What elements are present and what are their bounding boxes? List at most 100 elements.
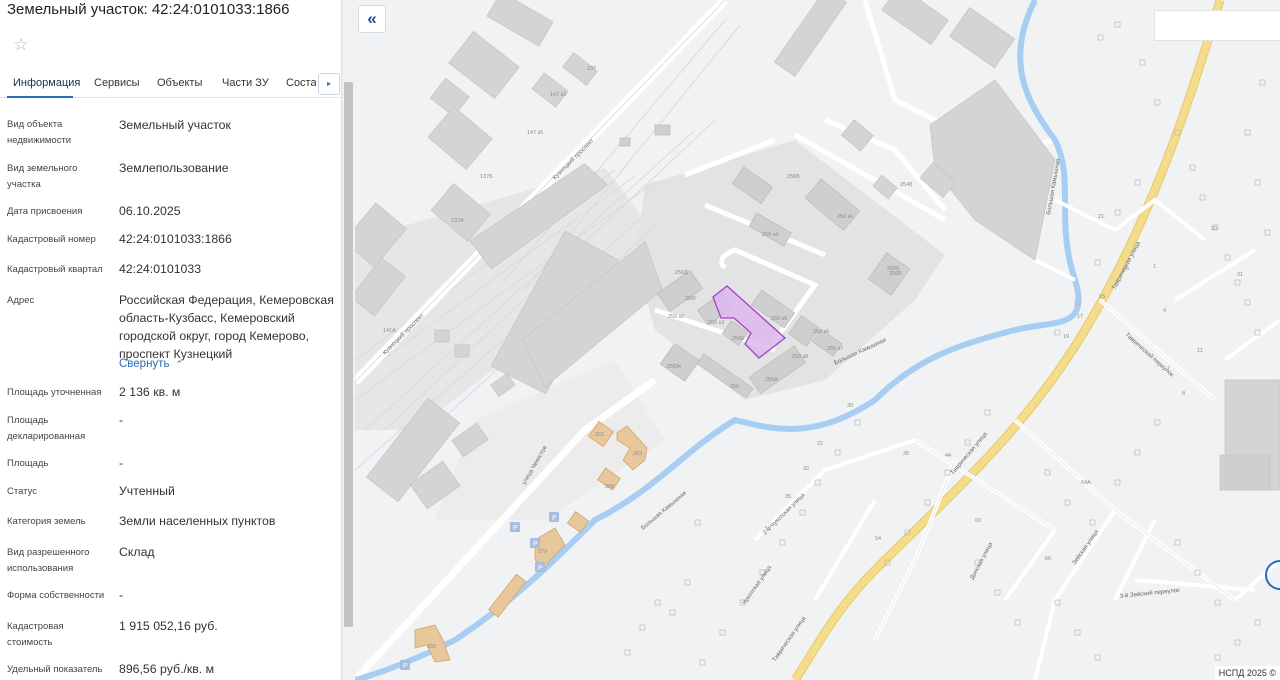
field-value-assign-date: 06.10.2025 — [119, 204, 181, 218]
field-label-status: Статус — [7, 486, 38, 497]
street-label-tavricheskaya-2: Таврическая улица — [950, 431, 989, 476]
building-number-label: 256 к1 — [837, 214, 853, 220]
building-number-label: 256Г — [685, 296, 697, 302]
building-number-label: 19 — [1063, 334, 1069, 340]
chevron-up-icon: ⌃ — [175, 359, 183, 369]
scrollbar-thumb[interactable] — [344, 82, 353, 627]
tab-parcel-parts[interactable]: Части ЗУ — [222, 77, 269, 89]
building-number-label: 44 — [945, 453, 951, 459]
building-number-label: 256Е — [732, 336, 745, 342]
svg-text:P: P — [513, 525, 518, 532]
street-label-chukotskaya: Чукотская улица — [742, 564, 774, 606]
building-number-label: 279 — [538, 549, 547, 555]
panel-scrollbar[interactable] — [341, 0, 355, 680]
tab-services[interactable]: Сервисы — [94, 77, 140, 89]
field-value-specific-value: 896,56 руб./кв. м — [119, 662, 215, 676]
parking-markers — [400, 512, 559, 670]
field-value-land-type: Землепользование — [119, 161, 229, 175]
favorite-star-icon[interactable]: ☆ — [9, 33, 33, 57]
collapse-panel-icon[interactable]: « — [358, 5, 386, 33]
building-number-label: 7 — [1167, 366, 1170, 372]
svg-text:P: P — [403, 663, 408, 670]
building-number-label: 256Ж — [667, 364, 681, 370]
street-label-donskaya: Донская улица — [969, 541, 994, 581]
building-number-label: 256 к6 — [813, 329, 829, 335]
svg-text:P: P — [533, 541, 538, 548]
field-value-cadastral-number: 42:24:0101033:1866 — [119, 232, 232, 246]
building-number-label: 36 — [903, 451, 909, 457]
field-value-area: - — [119, 456, 124, 470]
collapse-label: Свернуть — [119, 358, 170, 370]
street-label-tavricheskaya-3: Таврическая улица — [772, 615, 808, 663]
building-number-label: 15 — [1099, 294, 1105, 300]
field-label-address: Адрес — [7, 295, 35, 306]
building-number-label: 137Б — [480, 174, 493, 180]
building-number-label: 35 — [785, 494, 791, 500]
building-number-label: 265 — [605, 484, 614, 490]
tab-info[interactable]: Информация — [13, 77, 80, 89]
buildings-right — [1219, 379, 1280, 491]
building-number-label: 8 — [1182, 391, 1185, 397]
building-number-label: 141А — [383, 328, 396, 334]
building-number-label: 137А — [451, 218, 464, 224]
map-search-input[interactable] — [1154, 10, 1280, 41]
building-number-label: 256В — [787, 174, 800, 180]
field-label-object-type: Вид объекта недвижимости — [7, 119, 72, 146]
building-number-label: 256 к5 — [771, 316, 787, 322]
tab-objects[interactable]: Объекты — [157, 77, 202, 89]
building-number-label: 256 к3 — [708, 320, 724, 326]
building-number-label: 147 к3 — [550, 92, 566, 98]
field-value-permitted-use: Склад — [119, 545, 155, 559]
building-number-label: 1 — [1153, 264, 1156, 270]
field-label-specific-value: Удельный показатель — [7, 664, 103, 675]
field-value-object-type: Земельный участок — [119, 118, 231, 132]
building-number-label: 261 — [595, 432, 604, 438]
svg-text:P: P — [538, 565, 543, 572]
river-label-2: Большая Камышная — [640, 490, 687, 531]
building-number-label: 22 — [817, 441, 823, 447]
tab-composition[interactable]: Состав — [286, 77, 316, 89]
building-number-label: 20 — [1211, 226, 1217, 232]
street-label-zeysky-lane-3: 3-й Зейский переулок — [1119, 587, 1180, 600]
tab-bar: Информация Сервисы Объекты Части ЗУ Сост… — [0, 68, 341, 98]
building-number-label: 147 к5 — [527, 130, 543, 136]
field-value-address: Российская Федерация, Кемеровская област… — [119, 293, 334, 361]
tabs-scroll-right-icon[interactable]: ▸ — [318, 73, 340, 95]
building-number-label: 45 — [1123, 266, 1129, 272]
info-panel: Земельный участок: 42:24:0101033:1866 ☆ … — [0, 0, 341, 680]
building-number-label: 2548 — [900, 182, 912, 188]
field-label-area-declared: Площадь декларированная — [7, 415, 86, 442]
collapse-address-link[interactable]: Свернуть ⌃ — [119, 358, 183, 370]
svg-text:P: P — [552, 515, 557, 522]
building-number-label: 30 — [847, 403, 853, 409]
map-canvas[interactable]: P P P P P Кузнецкий проспект Кузнецкий просп… — [355, 0, 1280, 680]
field-value-area-declared: - — [119, 413, 124, 427]
building-number-label: 54 — [875, 536, 881, 542]
active-tab-indicator — [7, 96, 73, 98]
building-number-label: 11 — [1197, 348, 1203, 354]
field-label-land-type: Вид земельного участка — [7, 163, 78, 190]
building-number-label: 256 к8 — [792, 354, 808, 360]
building-number-label: 292 — [427, 644, 436, 650]
field-value-cadastral-value: 1 915 052,16 руб. — [119, 619, 218, 633]
building-number-label: 256А — [765, 377, 778, 383]
building-number-label: 17 — [1077, 314, 1083, 320]
building-number-label: 60 — [975, 518, 981, 524]
map-view[interactable]: P P P P P Кузнецкий проспект Кузнецкий просп… — [355, 0, 1280, 680]
building-number-label: 52 — [765, 526, 771, 532]
building-number-label: 32 — [803, 466, 809, 472]
building-number-label: 64А — [1081, 480, 1091, 486]
building-number-label: 256 к2 — [668, 314, 684, 320]
field-label-cadastral-value: Кадастровая стоимость — [7, 621, 64, 648]
field-value-land-category: Земли населенных пунктов — [119, 514, 276, 528]
field-value-cadastral-quarter: 42:24:0101033 — [119, 262, 202, 276]
field-label-ownership: Форма собственности — [7, 590, 105, 601]
panel-title: Земельный участок: 42:24:0101033:1866 — [7, 1, 290, 18]
map-attribution: НСПД 2025 © — [1214, 666, 1280, 680]
building-number-label: 4 — [1163, 308, 1166, 314]
building-number-label: 263 — [633, 451, 642, 457]
building-number-label: 137 — [587, 66, 596, 72]
building-number-label: 66 — [1045, 556, 1051, 562]
building-number-label: 256 — [730, 384, 739, 390]
field-label-land-category: Категория земель — [7, 516, 86, 527]
